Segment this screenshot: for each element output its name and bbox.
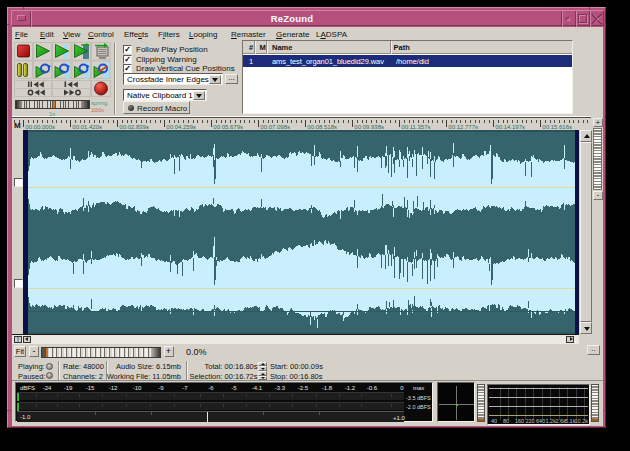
svg-text:00:09.938s: 00:09.938s — [354, 124, 384, 130]
svg-text:00:01.420s: 00:01.420s — [72, 124, 102, 130]
svg-text:00:08.518s: 00:08.518s — [307, 124, 337, 130]
svg-text:00:15.616s: 00:15.616s — [542, 124, 572, 130]
svg-text:00:12.777s: 00:12.777s — [448, 124, 478, 130]
svg-text:00:14.197s: 00:14.197s — [495, 124, 525, 130]
svg-text:00:11.357s: 00:11.357s — [401, 124, 430, 130]
svg-text:00:07.098s: 00:07.098s — [260, 124, 290, 130]
svg-text:00:00.000s: 00:00.000s — [25, 124, 55, 130]
svg-text:00:04.259s: 00:04.259s — [166, 124, 196, 130]
svg-text:00:02.839s: 00:02.839s — [119, 124, 149, 130]
svg-text:00:05.679s: 00:05.679s — [213, 124, 243, 130]
